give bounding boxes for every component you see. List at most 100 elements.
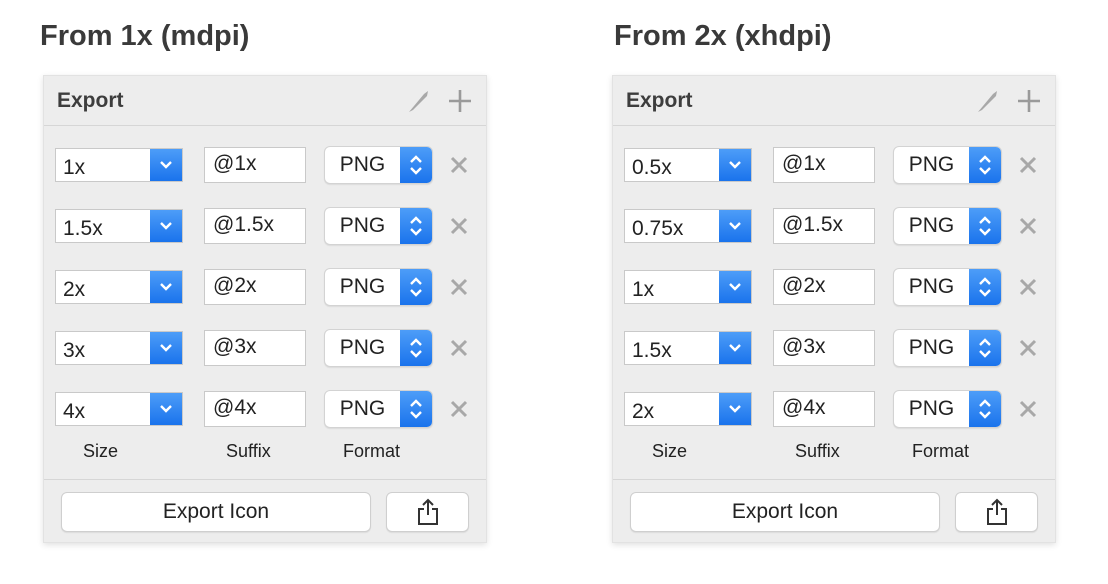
export-row: 4x @4x PNG [44,390,486,428]
panel-footer: Export Icon [44,479,486,544]
size-value: 1x [63,156,86,179]
close-icon[interactable] [1016,153,1040,177]
close-icon[interactable] [1016,336,1040,360]
close-icon[interactable] [1016,275,1040,299]
size-select[interactable]: 4x [55,392,183,426]
size-select[interactable]: 1.5x [55,209,183,243]
size-value: 1.5x [63,217,103,240]
size-select[interactable]: 1.5x [624,331,752,365]
suffix-input[interactable]: @1x [773,147,875,183]
export-icon-button[interactable]: Export Icon [630,492,940,532]
close-icon[interactable] [447,275,471,299]
up-down-chevron-icon [969,269,1001,305]
chevron-down-icon [719,210,751,242]
share-icon [986,498,1007,525]
size-value: 4x [63,400,86,423]
export-row: 0.5x @1x PNG [613,146,1055,184]
up-down-chevron-icon [969,208,1001,244]
slice-knife-icon[interactable] [406,88,432,114]
export-rows: 0.5x @1x PNG 0.75x @1.5x PNG 1x @2x PNG … [613,126,1055,428]
close-icon[interactable] [447,397,471,421]
format-value: PNG [908,397,955,420]
format-select[interactable]: PNG [893,146,1002,184]
chevron-down-icon [150,210,182,242]
panel-header: Export [44,76,486,126]
format-value: PNG [339,153,386,176]
format-select[interactable]: PNG [893,268,1002,306]
format-value: PNG [339,336,386,359]
suffix-input[interactable]: @4x [204,391,306,427]
size-select[interactable]: 2x [624,392,752,426]
format-value: PNG [339,275,386,298]
panel-header: Export [613,76,1055,126]
chevron-down-icon [150,332,182,364]
section-heading: From 2x (xhdpi) [614,20,832,52]
suffix-input[interactable]: @2x [773,269,875,305]
format-select[interactable]: PNG [893,390,1002,428]
size-select[interactable]: 0.75x [624,209,752,243]
format-select[interactable]: PNG [324,268,433,306]
format-select[interactable]: PNG [893,329,1002,367]
size-column-label: Size [83,441,119,461]
format-column-label: Format [343,441,401,461]
up-down-chevron-icon [969,391,1001,427]
suffix-column-label: Suffix [226,441,271,461]
size-select[interactable]: 1x [55,148,183,182]
format-value: PNG [908,214,955,237]
panel-title: Export [626,88,693,112]
up-down-chevron-icon [969,330,1001,366]
column-labels: Size Suffix Format [44,441,486,465]
slice-knife-icon[interactable] [975,88,1001,114]
suffix-input[interactable]: @3x [204,330,306,366]
size-value: 2x [63,278,86,301]
suffix-input[interactable]: @3x [773,330,875,366]
format-select[interactable]: PNG [893,207,1002,245]
up-down-chevron-icon [400,269,432,305]
export-row: 1.5x @3x PNG [613,329,1055,367]
size-value: 1.5x [632,339,672,362]
suffix-input[interactable]: @1.5x [773,208,875,244]
panel-title: Export [57,88,124,112]
close-icon[interactable] [447,153,471,177]
close-icon[interactable] [1016,214,1040,238]
header-actions [975,88,1041,114]
header-actions [406,88,472,114]
export-row: 1x @2x PNG [613,268,1055,306]
size-select[interactable]: 2x [55,270,183,304]
size-select[interactable]: 3x [55,331,183,365]
suffix-column-label: Suffix [795,441,840,461]
size-value: 1x [632,278,655,301]
format-value: PNG [908,275,955,298]
up-down-chevron-icon [400,330,432,366]
up-down-chevron-icon [969,147,1001,183]
chevron-down-icon [719,393,751,425]
close-icon[interactable] [447,336,471,360]
suffix-input[interactable]: @1.5x [204,208,306,244]
size-select[interactable]: 1x [624,270,752,304]
format-value: PNG [339,397,386,420]
chevron-down-icon [150,393,182,425]
format-value: PNG [908,153,955,176]
suffix-input[interactable]: @2x [204,269,306,305]
format-select[interactable]: PNG [324,146,433,184]
format-select[interactable]: PNG [324,390,433,428]
size-value: 2x [632,400,655,423]
format-select[interactable]: PNG [324,329,433,367]
suffix-input[interactable]: @1x [204,147,306,183]
size-value: 0.5x [632,156,672,179]
export-row: 1x @1x PNG [44,146,486,184]
plus-icon[interactable] [448,89,472,113]
up-down-chevron-icon [400,147,432,183]
plus-icon[interactable] [1017,89,1041,113]
size-select[interactable]: 0.5x [624,148,752,182]
share-button[interactable] [386,492,469,532]
export-rows: 1x @1x PNG 1.5x @1.5x PNG 2x @2x PNG 3x … [44,126,486,428]
share-icon [417,498,438,525]
close-icon[interactable] [1016,397,1040,421]
suffix-input[interactable]: @4x [773,391,875,427]
share-button[interactable] [955,492,1038,532]
export-panel: Export 0.5x @1x PNG 0.75x @1.5x PNG 1x @… [612,75,1056,543]
close-icon[interactable] [447,214,471,238]
export-icon-button[interactable]: Export Icon [61,492,371,532]
format-select[interactable]: PNG [324,207,433,245]
